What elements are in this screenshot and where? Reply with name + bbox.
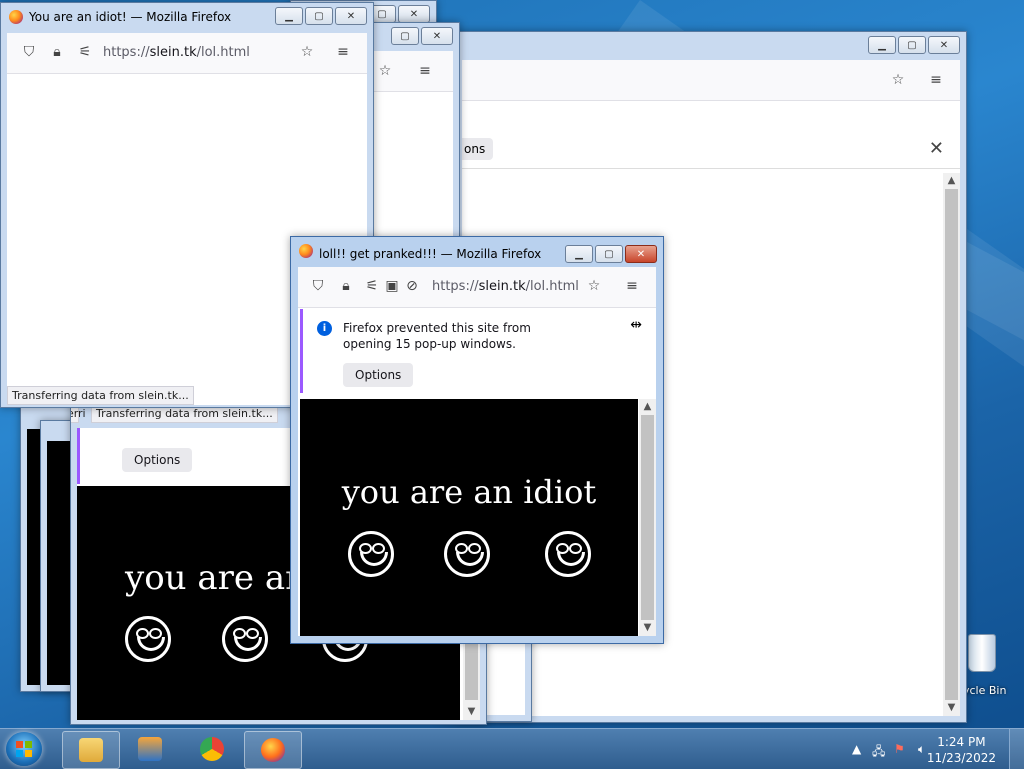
minimize-button[interactable]: ▁ [565, 245, 593, 263]
popup-blocked-notification: i Firefox prevented this site from openi… [300, 309, 654, 393]
permissions-icon[interactable]: ⚟ [364, 278, 380, 294]
resize-cursor-icon: ⇹ [630, 317, 642, 333]
scroll-down-arrow[interactable]: ▼ [639, 620, 656, 636]
clock[interactable]: 1:24 PM 11/23/2022 [927, 734, 996, 766]
shield-icon[interactable]: ⛉ [21, 44, 37, 60]
permissions-icon[interactable]: ⚟ [77, 44, 93, 60]
network-icon[interactable]: 🖧︎ [872, 742, 885, 763]
media-player-icon [138, 737, 162, 761]
close-icon[interactable]: ✕ [929, 138, 944, 159]
close-button[interactable]: ✕ [625, 245, 657, 263]
smiley-icon [444, 531, 490, 577]
minimize-button[interactable]: ▁ [275, 7, 303, 25]
vertical-scrollbar[interactable]: ▲ ▼ [639, 399, 656, 636]
star-icon[interactable]: ☆ [299, 44, 315, 60]
maximize-button[interactable]: ▢ [391, 27, 419, 45]
smiley-icon [348, 531, 394, 577]
toolbar: ☆ ≡ [462, 60, 960, 101]
star-icon[interactable]: ☆ [890, 72, 906, 88]
options-button-fragment[interactable]: ons [462, 138, 494, 160]
tracking-icon[interactable]: ⊘ [404, 278, 420, 294]
recycle-bin[interactable]: ycle Bin [960, 632, 1024, 702]
scroll-down-arrow[interactable]: ▼ [463, 704, 480, 720]
window-title: You are an idiot! — Mozilla Firefox [29, 10, 232, 24]
system-tray: ▲ 🖧︎ ⚑ 🔈︎ 1:24 PM 11/23/2022 [834, 729, 1024, 769]
maximize-button[interactable]: ▢ [898, 36, 926, 54]
clock-time: 1:24 PM [937, 735, 986, 749]
smiley-icon [222, 616, 268, 662]
chrome-icon [200, 737, 224, 761]
options-button[interactable]: Options [122, 448, 193, 472]
idiot-page: you are an idiot [300, 399, 638, 636]
close-button[interactable]: ✕ [335, 7, 367, 25]
folder-icon [79, 738, 103, 762]
recycle-bin-label: ycle Bin [963, 684, 1007, 697]
maximize-button[interactable]: ▢ [305, 7, 333, 25]
close-button[interactable]: ✕ [928, 36, 960, 54]
show-desktop-button[interactable] [1009, 729, 1024, 769]
scroll-down-arrow[interactable]: ▼ [943, 700, 960, 716]
firefox-popup-window[interactable]: loll!! get pranked!!! — Mozilla Firefox … [290, 236, 664, 644]
popup-blocked-icon[interactable]: ▣ [384, 278, 400, 294]
star-icon[interactable]: ☆ [586, 278, 602, 294]
close-button[interactable]: ✕ [421, 27, 453, 45]
windows-logo-icon [16, 741, 32, 757]
taskbar-media-player[interactable] [122, 731, 178, 767]
menu-icon[interactable]: ≡ [624, 278, 640, 294]
lock-icon[interactable]: 🔒︎ [49, 44, 65, 60]
idiot-text: you are an idiot [341, 473, 597, 511]
firefox-icon [9, 10, 23, 24]
taskbar-explorer[interactable] [62, 731, 120, 769]
toolbar: ⛉ 🔒︎ ⚟ https://slein.tk/lol.html ☆ ≡ [7, 33, 367, 74]
menu-icon[interactable]: ≡ [335, 44, 351, 60]
scroll-up-arrow[interactable]: ▲ [639, 399, 656, 415]
smiley-icon [545, 531, 591, 577]
menu-icon[interactable]: ≡ [928, 72, 944, 88]
notification-text: Firefox prevented this site from opening… [343, 321, 531, 351]
info-icon: i [317, 321, 332, 336]
url-text[interactable]: https://slein.tk/lol.html [432, 279, 579, 294]
vertical-scrollbar[interactable]: ▲ ▼ [943, 173, 960, 716]
notification-bar: ons ✕ [462, 132, 960, 169]
scroll-up-arrow[interactable]: ▲ [943, 173, 960, 189]
start-button[interactable] [6, 732, 42, 766]
titlebar[interactable]: You are an idiot! — Mozilla Firefox ▁ ▢ … [1, 3, 373, 31]
toolbar: ⛉ 🔒︎ ⚟ ▣ ⊘ https://slein.tk/lol.html ☆ ≡ [298, 267, 656, 308]
close-button[interactable]: ✕ [398, 5, 430, 23]
status-text: Transferring data from slein.tk... [7, 386, 194, 405]
minimize-button[interactable]: ▁ [868, 36, 896, 54]
taskbar-chrome[interactable] [184, 731, 240, 767]
taskbar-firefox[interactable] [244, 731, 302, 769]
menu-icon[interactable]: ≡ [417, 63, 433, 79]
lock-icon[interactable]: 🔒︎ [338, 278, 354, 294]
volume-icon[interactable]: 🔈︎ [918, 742, 925, 757]
desktop: ycle Bin ▁ ▢ ✕ ☆ ≡ ons ✕ ▲ ▼ ▢ ✕ ▢ ✕ ☆ ≡… [0, 0, 1024, 728]
titlebar[interactable]: loll!! get pranked!!! — Mozilla Firefox … [291, 237, 663, 265]
window-title: loll!! get pranked!!! — Mozilla Firefox [319, 247, 542, 261]
taskbar: ▲ 🖧︎ ⚑ 🔈︎ 1:24 PM 11/23/2022 [0, 728, 1024, 769]
firefox-icon [299, 244, 313, 258]
shield-icon[interactable]: ⛉ [310, 278, 326, 294]
url-text[interactable]: https://slein.tk/lol.html [103, 45, 250, 60]
smiley-icon [125, 616, 171, 662]
firefox-icon [261, 738, 285, 762]
show-hidden-icons-icon[interactable]: ▲ [852, 742, 861, 756]
options-button[interactable]: Options [343, 363, 414, 387]
recycle-bin-icon [968, 634, 996, 672]
action-center-icon[interactable]: ⚑ [894, 742, 905, 756]
maximize-button[interactable]: ▢ [595, 245, 623, 263]
clock-date: 11/23/2022 [926, 751, 996, 765]
caption-buttons: ▁ ▢ ✕ [868, 36, 960, 54]
star-icon[interactable]: ☆ [377, 63, 393, 79]
